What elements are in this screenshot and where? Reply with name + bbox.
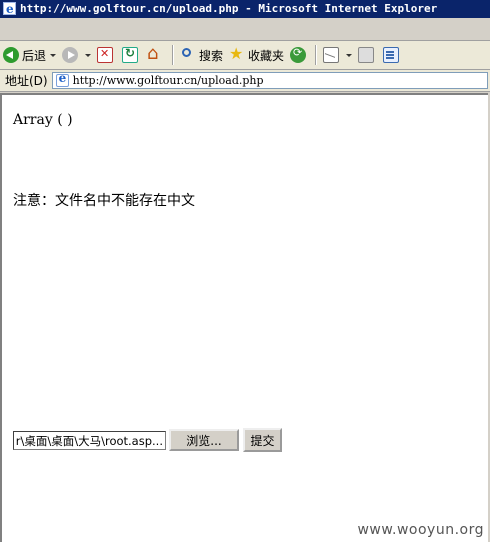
submit-button[interactable]: 提交 xyxy=(243,428,282,452)
file-path-value: ...r\桌面\桌面\大马\root.asp xyxy=(15,433,163,448)
back-icon xyxy=(3,47,19,63)
forward-icon xyxy=(62,47,79,63)
address-label: 地址(D) xyxy=(5,74,48,88)
back-label: 后退 xyxy=(22,48,47,63)
home-icon xyxy=(147,43,163,64)
favorites-button[interactable]: 收藏夹 xyxy=(226,43,287,67)
notice-text: 注意：文件名中不能存在中文 xyxy=(13,193,195,209)
edit-icon xyxy=(383,47,400,63)
favorites-label: 收藏夹 xyxy=(248,48,285,63)
stop-icon xyxy=(97,47,114,63)
print-icon xyxy=(358,47,375,63)
array-output: Array ( ) xyxy=(13,112,73,128)
address-url[interactable]: http://www.golftour.cn/upload.php xyxy=(73,74,264,87)
back-dropdown-icon[interactable] xyxy=(50,53,57,57)
home-button[interactable] xyxy=(144,43,169,67)
media-icon xyxy=(290,46,307,63)
menu-bar xyxy=(0,18,490,41)
watermark: www.wooyun.org xyxy=(357,522,484,538)
refresh-button[interactable] xyxy=(119,43,144,67)
stop-button[interactable] xyxy=(94,43,119,67)
address-bar: 地址(D) http://www.golftour.cn/upload.php xyxy=(0,70,490,92)
address-input[interactable]: http://www.golftour.cn/upload.php xyxy=(51,71,488,89)
window-title: http://www.golftour.cn/upload.php - Micr… xyxy=(20,2,438,15)
navigation-toolbar: 后退 搜索 收藏夹 xyxy=(0,41,490,70)
toolbar-separator xyxy=(172,45,175,65)
edit-button[interactable] xyxy=(380,43,405,67)
search-icon xyxy=(180,47,196,63)
favorites-icon xyxy=(229,44,245,63)
back-button[interactable]: 后退 xyxy=(0,43,59,67)
print-button[interactable] xyxy=(355,43,380,67)
file-path-input[interactable]: ...r\桌面\桌面\大马\root.asp xyxy=(13,430,166,450)
mail-dropdown-icon[interactable] xyxy=(346,53,353,57)
mail-icon xyxy=(323,47,340,63)
mail-button[interactable] xyxy=(320,43,355,67)
forward-button[interactable] xyxy=(59,43,94,67)
ie-icon xyxy=(3,0,16,18)
media-button[interactable] xyxy=(287,43,312,67)
window-titlebar: http://www.golftour.cn/upload.php - Micr… xyxy=(0,0,490,18)
refresh-icon xyxy=(122,46,139,63)
page-icon xyxy=(55,71,69,87)
browse-button[interactable]: 浏览... xyxy=(169,429,239,451)
toolbar-separator xyxy=(315,45,318,65)
page-content: Array ( ) 注意：文件名中不能存在中文 ...r\桌面\桌面\大马\ro… xyxy=(0,93,488,542)
search-label: 搜索 xyxy=(199,48,224,63)
search-button[interactable]: 搜索 xyxy=(177,43,226,67)
upload-form: ...r\桌面\桌面\大马\root.asp 浏览... 提交 xyxy=(13,428,282,452)
forward-dropdown-icon[interactable] xyxy=(85,53,92,57)
